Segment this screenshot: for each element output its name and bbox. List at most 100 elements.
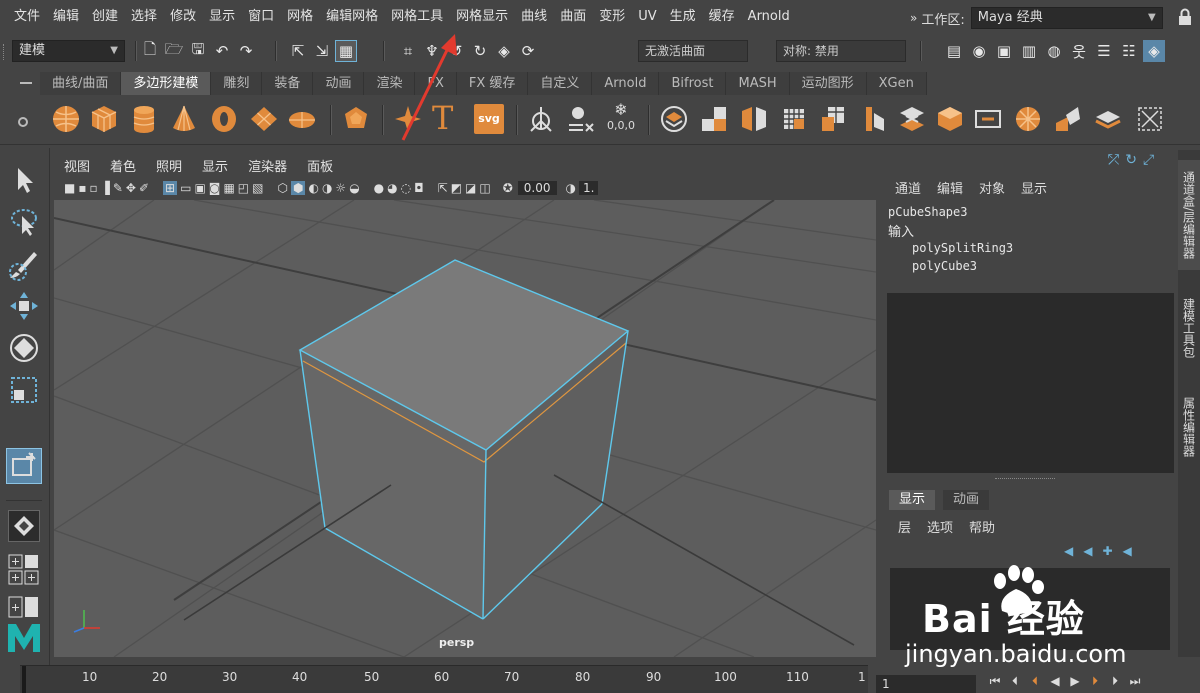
bridge-icon[interactable]	[896, 103, 928, 135]
menu-cache[interactable]: 缓存	[703, 0, 742, 34]
lasso-tool-icon[interactable]	[6, 204, 42, 240]
safe-title-icon[interactable]: ▧	[252, 181, 263, 195]
image-plane-icon[interactable]: ▫	[89, 181, 97, 195]
textured-icon[interactable]: ◑	[322, 181, 332, 195]
multi-cut-icon[interactable]	[1052, 103, 1084, 135]
menu-set-dropdown[interactable]: 建模 ▼	[12, 40, 125, 62]
scene-canvas[interactable]	[54, 200, 876, 657]
poly-cube-icon[interactable]	[88, 103, 120, 135]
grease-pencil-icon[interactable]: ✎	[113, 181, 123, 195]
separate-icon[interactable]	[698, 103, 730, 135]
tab-mash[interactable]: MASH	[726, 72, 790, 95]
anti-aliasing-icon[interactable]: ◌	[401, 181, 411, 195]
wireframe-icon[interactable]: ⬡	[277, 181, 287, 195]
tab-layer-display[interactable]: 显示	[889, 490, 936, 510]
tab-arnold[interactable]: Arnold	[592, 72, 660, 95]
move-layer-down-icon[interactable]: ◀	[1083, 544, 1092, 558]
scale-tool-icon[interactable]	[6, 372, 42, 408]
tab-poly-modeling[interactable]: 多边形建模	[121, 72, 212, 95]
menu-arnold[interactable]: Arnold	[742, 0, 797, 34]
center-pivot-icon[interactable]	[565, 103, 597, 135]
use-lights-icon[interactable]: ☼	[335, 181, 346, 195]
tab-fx-caching[interactable]: FX 缓存	[456, 72, 529, 95]
open-scene-icon[interactable]: 🗁	[163, 40, 185, 62]
tab-attribute-editor[interactable]: 属性编辑器	[1178, 382, 1200, 472]
xray-components-icon[interactable]: ◫	[479, 181, 490, 195]
poly-sphere-icon[interactable]	[50, 103, 82, 135]
select-component-icon[interactable]: ▦	[335, 40, 357, 62]
wireframe-on-shaded-icon[interactable]: ◐	[308, 181, 318, 195]
input-node-split-ring[interactable]: polySplitRing3	[912, 241, 1013, 255]
menu-modify[interactable]: 修改	[164, 0, 203, 34]
attribute-toggle-icon[interactable]: ☷	[1118, 40, 1140, 62]
menu-edit[interactable]: 编辑	[47, 0, 86, 34]
tab-custom[interactable]: 自定义	[528, 72, 593, 95]
combine-icon[interactable]	[525, 103, 557, 135]
poly-torus-icon[interactable]	[208, 103, 240, 135]
channel-box-scale-icon[interactable]: ⤢	[1143, 152, 1154, 168]
render-settings-icon[interactable]: ▥	[1018, 40, 1040, 62]
select-hierarchy-icon[interactable]: ⇱	[287, 40, 309, 62]
motion-blur-icon[interactable]: ◕	[387, 181, 397, 195]
depth-of-field-icon[interactable]: ◘	[414, 181, 424, 195]
poly-plane-icon[interactable]	[248, 103, 280, 135]
new-layer-selected-icon[interactable]: ◀	[1123, 544, 1132, 558]
tab-animation[interactable]: 动画	[313, 72, 365, 95]
lock-icon[interactable]	[1176, 8, 1194, 26]
render-frame-icon[interactable]: ◉	[968, 40, 990, 62]
outliner-toggle-icon[interactable]: ☰	[1093, 40, 1115, 62]
shelf-menu-icon[interactable]	[20, 82, 32, 84]
splitter-handle[interactable]	[995, 478, 1055, 480]
menu-object[interactable]: 对象	[979, 178, 1005, 197]
smooth-shade-icon[interactable]: ⬢	[290, 181, 306, 195]
last-tool-slot[interactable]	[6, 448, 42, 484]
exposure-icon[interactable]: ✪	[503, 181, 513, 195]
menu-select[interactable]: 选择	[125, 0, 164, 34]
append-polygon-icon[interactable]	[972, 103, 1004, 135]
tab-rigging[interactable]: 装备	[262, 72, 314, 95]
snap-projected-icon[interactable]: ↻	[469, 40, 491, 62]
tab-curves-surfaces[interactable]: 曲线/曲面	[40, 72, 122, 95]
move-tool-icon[interactable]	[6, 288, 42, 324]
menu-show[interactable]: 显示	[192, 156, 238, 175]
tab-channel-box-layer-editor[interactable]: 通道盒/层编辑器	[1178, 160, 1200, 270]
channel-box-move-icon[interactable]: ⤱	[1108, 152, 1119, 168]
four-view-layout-icon[interactable]	[8, 554, 40, 586]
tab-layer-anim[interactable]: 动画	[943, 490, 990, 510]
tab-xgen[interactable]: XGen	[866, 72, 927, 95]
perspective-viewport[interactable]: persp	[54, 200, 876, 657]
menu-edit-mesh[interactable]: 编辑网格	[320, 0, 385, 34]
menu-cb-edit[interactable]: 编辑	[937, 178, 963, 197]
two-d-pan-icon[interactable]: ✐	[139, 181, 149, 195]
target-weld-icon[interactable]	[1134, 103, 1166, 135]
select-object-icon[interactable]: ⇲	[311, 40, 333, 62]
resolution-gate-icon[interactable]: ▣	[194, 181, 205, 195]
grid-toggle-icon[interactable]: ⊞	[163, 181, 178, 195]
render-view-icon[interactable]: ▤	[943, 40, 965, 62]
bookmark-icon[interactable]: ▐	[101, 181, 110, 195]
menu-options[interactable]: 选项	[927, 517, 953, 536]
extract-icon[interactable]	[658, 103, 690, 135]
menu-deform[interactable]: 变形	[593, 0, 632, 34]
time-slider[interactable]: 10 20 30 40 50 60 70 80 90 100 110 1	[20, 665, 868, 693]
menu-generate[interactable]: 生成	[664, 0, 703, 34]
menu-mesh[interactable]: 网格	[281, 0, 320, 34]
poly-cone-icon[interactable]	[168, 103, 200, 135]
poly-cylinder-icon[interactable]	[128, 103, 160, 135]
gamma-icon[interactable]: ◑	[566, 181, 576, 195]
input-node-poly-cube[interactable]: polyCube3	[912, 259, 977, 273]
exposure-value-field[interactable]: 0.00	[517, 181, 557, 195]
single-view-button[interactable]	[8, 510, 40, 542]
shape-node-name[interactable]: pCubeShape3	[888, 205, 967, 219]
menu-uv[interactable]: UV	[632, 0, 663, 34]
gate-mask-icon[interactable]: ◙	[209, 181, 221, 195]
workspace-dropdown[interactable]: Maya 经典 ▼	[970, 7, 1163, 29]
menu-display[interactable]: 显示	[203, 0, 242, 34]
select-tool-icon[interactable]	[6, 162, 42, 198]
modeling-toolkit-toggle-icon[interactable]: ◈	[1143, 40, 1165, 62]
tab-modeling-toolkit[interactable]: 建模工具包	[1178, 278, 1200, 378]
menu-shading[interactable]: 着色	[100, 156, 146, 175]
safe-action-icon[interactable]: ◰	[238, 181, 249, 195]
live-surface-field[interactable]: 无激活曲面	[638, 40, 748, 62]
shadows-icon[interactable]: ◒	[349, 181, 359, 195]
